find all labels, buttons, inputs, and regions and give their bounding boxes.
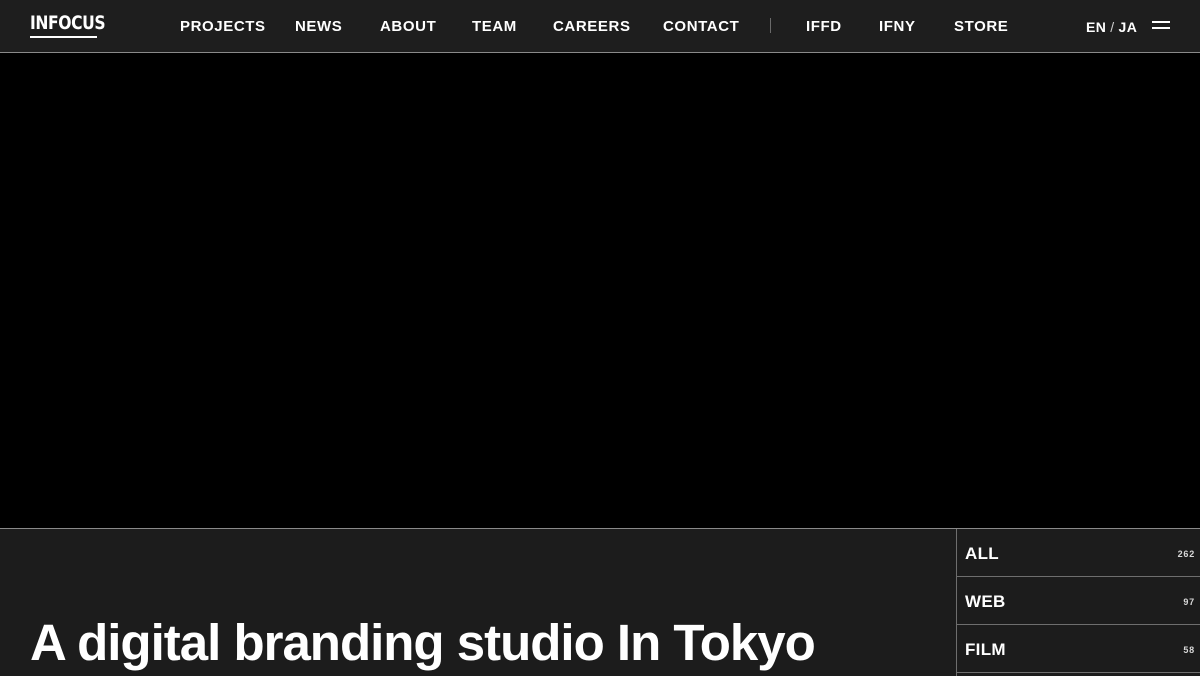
nav-iffd-link[interactable]: IFFD [806,18,842,36]
filter-all-count: 262 [1177,549,1195,559]
nav-news-link[interactable]: NEWS [295,18,342,36]
nav-divider [770,18,771,33]
language-ja-link[interactable]: JA [1119,19,1138,35]
nav-store-link[interactable]: STORE [954,18,1008,36]
nav-about-link[interactable]: ABOUT [380,18,436,36]
nav-team-link[interactable]: TEAM [472,18,517,36]
menu-line-top [1152,21,1170,23]
nav-ifny-link[interactable]: IFNY [879,18,916,36]
nav-careers-link[interactable]: CAREERS [553,18,631,36]
nav-contact-link[interactable]: CONTACT [663,18,739,36]
intro-section: A digital branding studio In Tokyo ALL 2… [0,528,1200,676]
filter-all[interactable]: ALL 262 [957,529,1200,577]
filter-all-label: ALL [965,544,999,563]
language-separator: / [1110,19,1115,35]
site-header: INFOCUS PROJECTS NEWS ABOUT TEAM CAREERS… [0,0,1200,53]
logo-underline [30,36,97,38]
filter-web[interactable]: WEB 97 [957,577,1200,625]
logo-text: INFOCUS [30,12,106,34]
filter-web-count: 97 [1183,597,1195,607]
studio-tagline: A digital branding studio In Tokyo [30,614,816,671]
filter-film-count: 58 [1183,645,1195,655]
filter-film-label: FILM [965,640,1006,659]
infocus-logo[interactable]: INFOCUS [30,12,106,41]
language-switcher: EN / JA [1086,18,1137,36]
filter-film[interactable]: FILM 58 [957,625,1200,673]
hero-video-area [0,53,1200,528]
language-en-link[interactable]: EN [1086,19,1106,35]
filter-web-label: WEB [965,592,1006,611]
menu-line-bottom [1152,27,1170,29]
project-filter-panel: ALL 262 WEB 97 FILM 58 [956,529,1200,676]
hamburger-menu-icon[interactable] [1152,21,1170,32]
nav-projects-link[interactable]: PROJECTS [180,18,266,36]
